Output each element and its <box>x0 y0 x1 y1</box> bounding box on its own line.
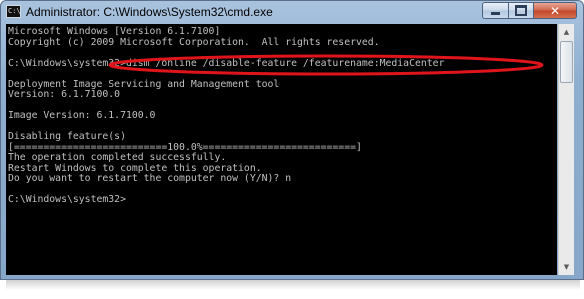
minimize-icon <box>491 12 500 15</box>
minimize-button[interactable] <box>482 2 508 19</box>
maximize-icon <box>515 5 527 16</box>
scroll-up-icon[interactable]: ▲ <box>559 24 574 40</box>
console-output: Microsoft Windows [Version 6.1.7100] Cop… <box>8 26 445 205</box>
window-shadow <box>6 280 580 290</box>
cmd-window: C:\ Administrator: C:\Windows\System32\c… <box>0 0 584 280</box>
scroll-down-icon[interactable]: ▼ <box>559 259 574 275</box>
window-controls: ✕ <box>482 2 577 20</box>
title-bar[interactable]: C:\ Administrator: C:\Windows\System32\c… <box>1 1 583 23</box>
close-button[interactable]: ✕ <box>534 2 577 19</box>
vertical-scrollbar[interactable]: ▲ ▼ <box>558 24 574 275</box>
window-title: Administrator: C:\Windows\System32\cmd.e… <box>26 5 273 19</box>
scroll-thumb[interactable] <box>560 41 573 83</box>
console-area[interactable]: Microsoft Windows [Version 6.1.7100] Cop… <box>6 24 557 275</box>
cmd-icon[interactable]: C:\ <box>6 5 21 18</box>
close-icon: ✕ <box>549 3 561 18</box>
maximize-button[interactable] <box>508 2 534 19</box>
